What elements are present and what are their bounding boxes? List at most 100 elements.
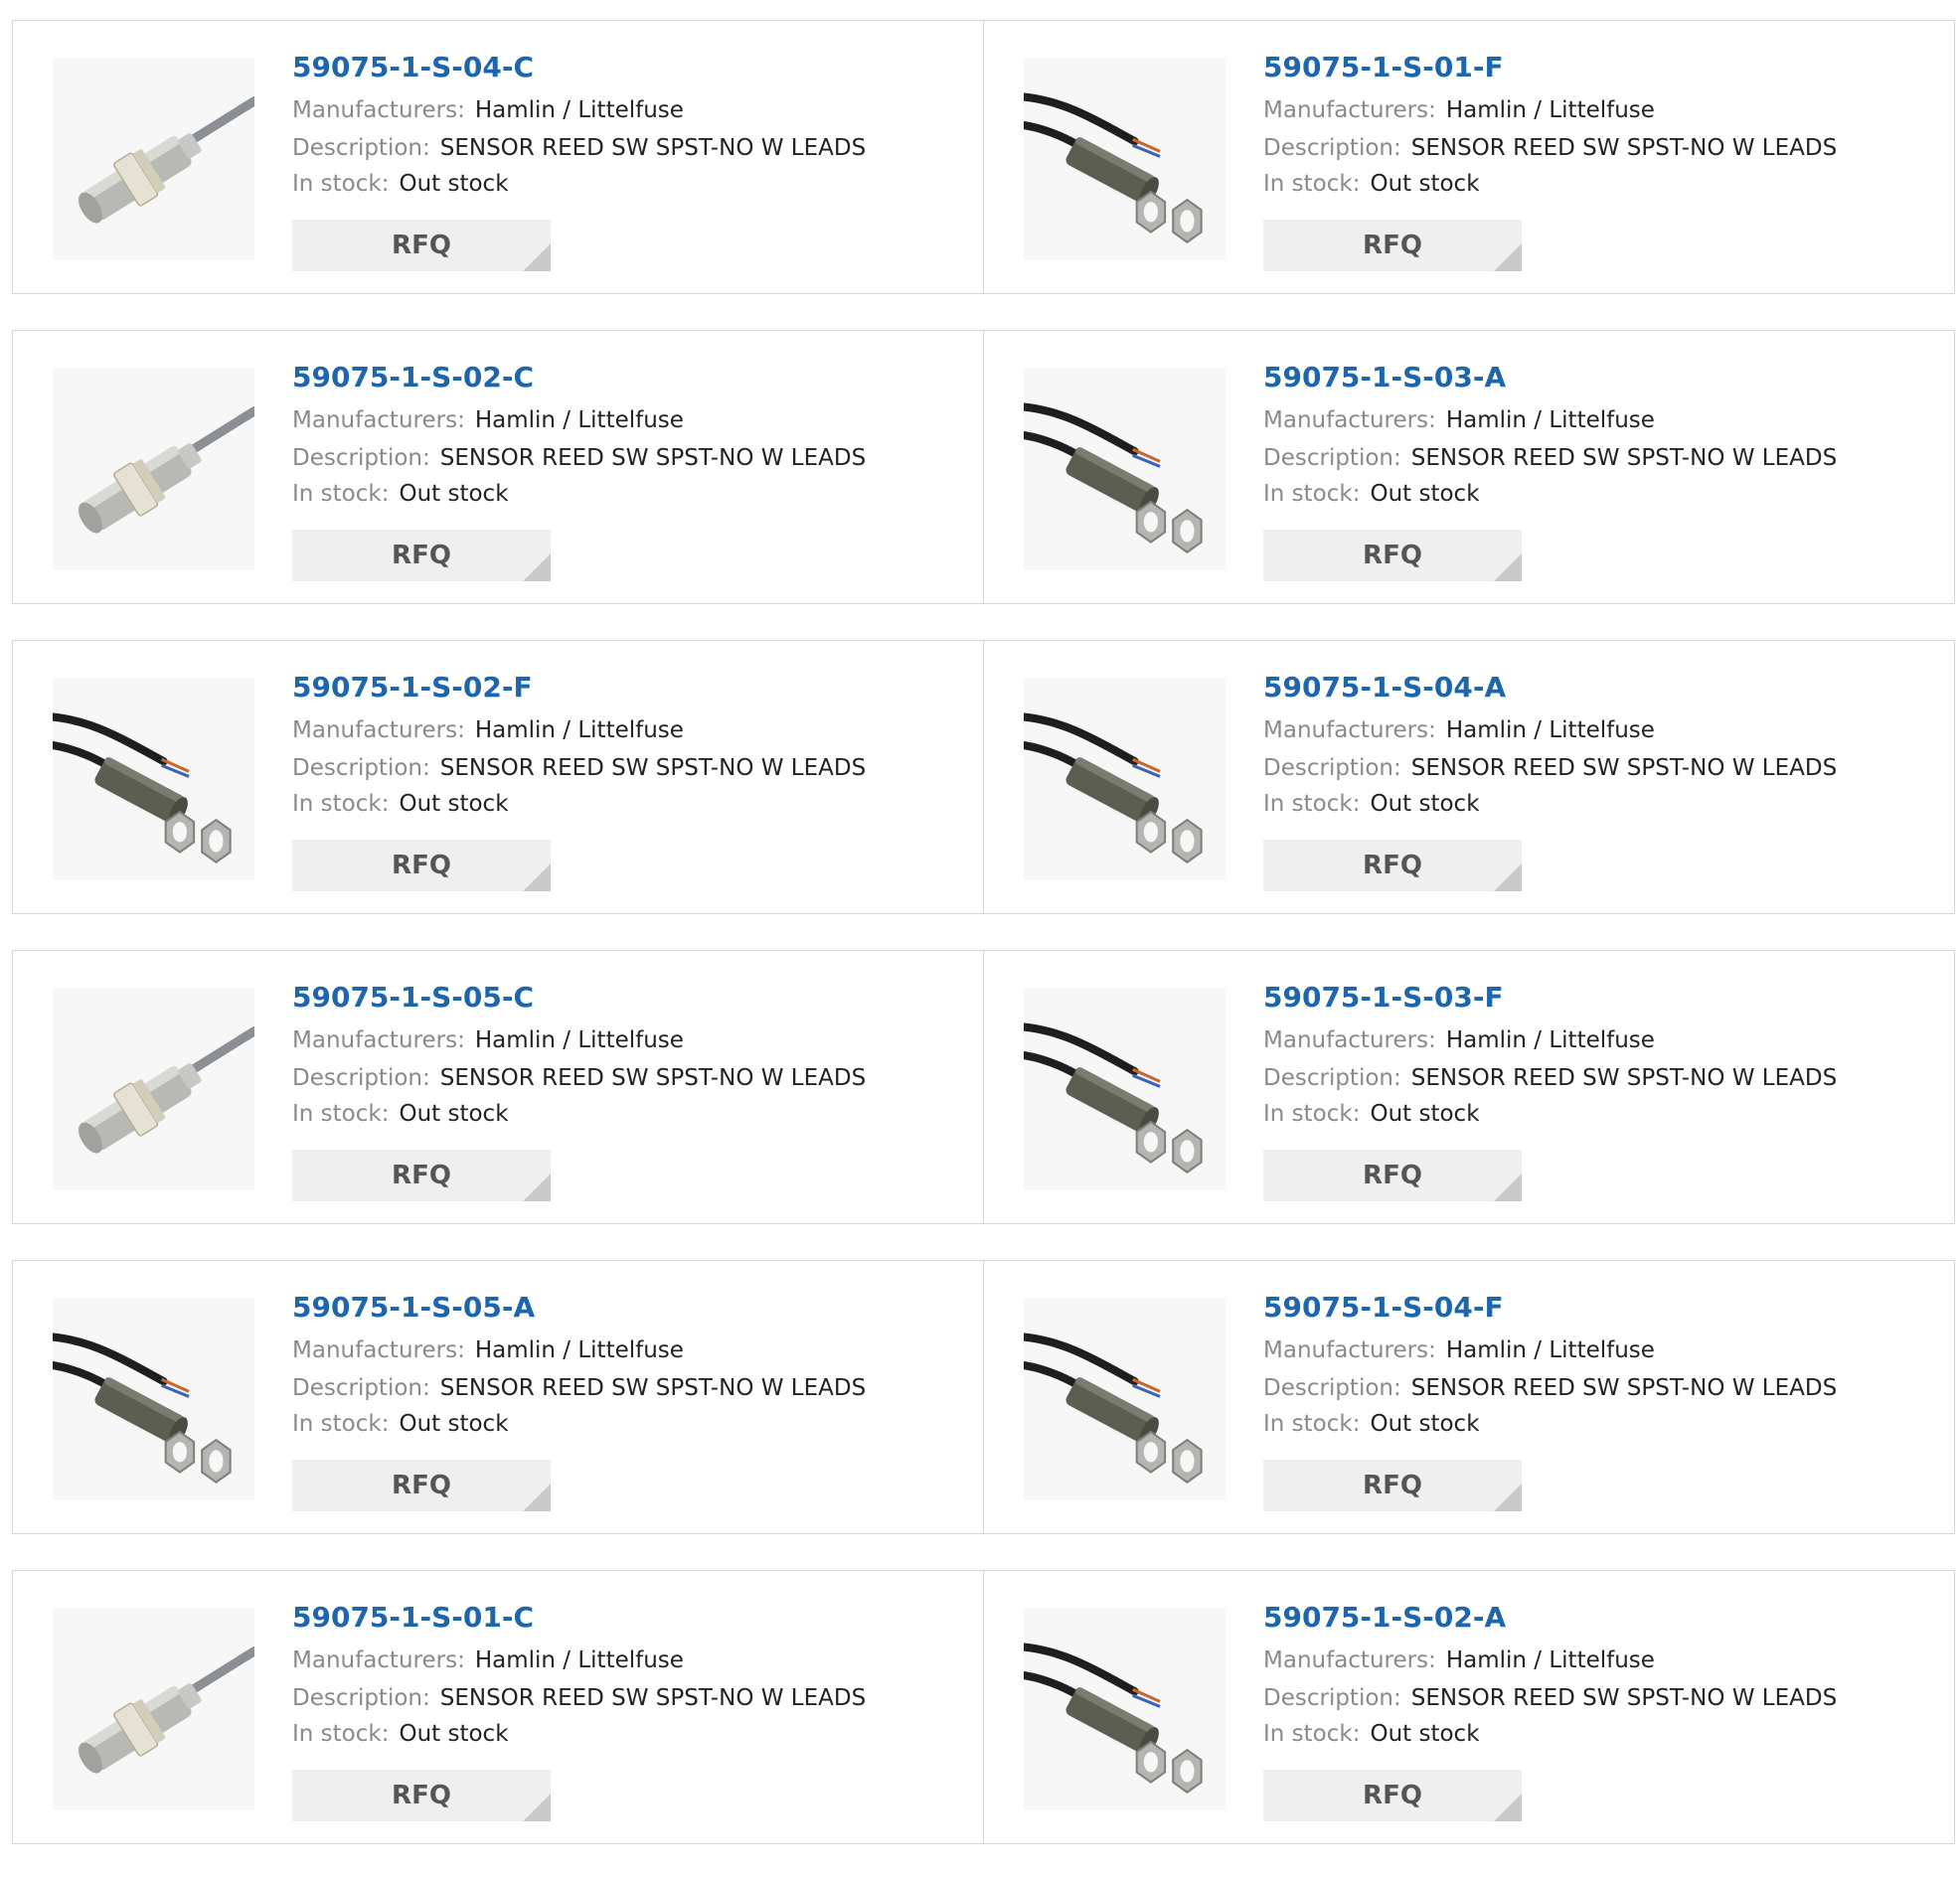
corner-triangle-icon	[1494, 1174, 1522, 1201]
part-number-link[interactable]: 59075-1-S-04-A	[1263, 671, 1934, 705]
stock-label: In stock:	[1263, 1411, 1361, 1437]
rfq-label: RFQ	[392, 851, 451, 880]
rfq-button[interactable]: RFQ	[1263, 1460, 1522, 1511]
description-field: Description: SENSOR REED SW SPST-NO W LEA…	[292, 750, 963, 786]
product-image[interactable]	[1024, 59, 1225, 260]
rfq-button[interactable]: RFQ	[1263, 220, 1522, 271]
manufacturer-value[interactable]: Hamlin / Littelfuse	[1446, 717, 1655, 743]
manufacturer-value[interactable]: Hamlin / Littelfuse	[1446, 407, 1655, 433]
product-image[interactable]	[53, 1609, 254, 1810]
rfq-button[interactable]: RFQ	[292, 530, 551, 581]
rfq-button[interactable]: RFQ	[292, 1460, 551, 1511]
description-label: Description:	[292, 1685, 430, 1711]
rfq-button[interactable]: RFQ	[1263, 1150, 1522, 1201]
manufacturer-value[interactable]: Hamlin / Littelfuse	[1446, 1647, 1655, 1673]
manufacturer-value[interactable]: Hamlin / Littelfuse	[475, 407, 684, 433]
rfq-button[interactable]: RFQ	[1263, 1770, 1522, 1821]
description-value: SENSOR REED SW SPST-NO W LEADS	[1410, 755, 1838, 781]
reed-sensor-threaded-icon	[53, 369, 254, 570]
description-value: SENSOR REED SW SPST-NO W LEADS	[1410, 135, 1838, 161]
description-value: SENSOR REED SW SPST-NO W LEADS	[1410, 1685, 1838, 1711]
part-number-link[interactable]: 59075-1-S-02-A	[1263, 1601, 1934, 1635]
manufacturer-label: Manufacturers:	[1263, 1337, 1436, 1363]
manufacturer-value[interactable]: Hamlin / Littelfuse	[1446, 97, 1655, 123]
part-number-link[interactable]: 59075-1-S-01-C	[292, 1601, 963, 1635]
product-card: 59075-1-S-02-C Manufacturers: Hamlin / Li…	[12, 330, 984, 604]
product-info: 59075-1-S-01-F Manufacturers: Hamlin / Li…	[1263, 51, 1934, 202]
product-fields: Manufacturers: Hamlin / Littelfuse Descri…	[292, 1332, 963, 1442]
part-number-link[interactable]: 59075-1-S-03-A	[1263, 361, 1934, 394]
product-card: 59075-1-S-01-F Manufacturers: Hamlin / Li…	[983, 20, 1955, 294]
product-info: 59075-1-S-04-A Manufacturers: Hamlin / Li…	[1263, 671, 1934, 822]
description-value: SENSOR REED SW SPST-NO W LEADS	[1410, 1065, 1838, 1091]
manufacturer-value[interactable]: Hamlin / Littelfuse	[1446, 1337, 1655, 1363]
stock-field: In stock: Out stock	[292, 1096, 963, 1132]
part-number-link[interactable]: 59075-1-S-02-F	[292, 671, 963, 705]
rfq-button[interactable]: RFQ	[1263, 530, 1522, 581]
corner-triangle-icon	[523, 1794, 551, 1821]
product-image[interactable]	[53, 369, 254, 570]
description-value: SENSOR REED SW SPST-NO W LEADS	[439, 135, 867, 161]
product-card: 59075-1-S-03-A Manufacturers: Hamlin / Li…	[983, 330, 1955, 604]
rfq-button[interactable]: RFQ	[292, 840, 551, 891]
part-number-link[interactable]: 59075-1-S-01-F	[1263, 51, 1934, 84]
rfq-label: RFQ	[392, 231, 451, 260]
reed-sensor-cylinder-icon	[1024, 989, 1225, 1190]
manufacturer-value[interactable]: Hamlin / Littelfuse	[1446, 1027, 1655, 1053]
stock-field: In stock: Out stock	[1263, 1406, 1934, 1442]
part-number-link[interactable]: 59075-1-S-03-F	[1263, 981, 1934, 1015]
product-image[interactable]	[1024, 1299, 1225, 1500]
description-label: Description:	[1263, 1375, 1401, 1401]
stock-value: Out stock	[399, 481, 509, 507]
product-fields: Manufacturers: Hamlin / Littelfuse Descri…	[292, 712, 963, 822]
part-number-link[interactable]: 59075-1-S-02-C	[292, 361, 963, 394]
manufacturer-field: Manufacturers: Hamlin / Littelfuse	[292, 1022, 963, 1058]
part-number-link[interactable]: 59075-1-S-04-C	[292, 51, 963, 84]
manufacturer-label: Manufacturers:	[1263, 407, 1436, 433]
stock-label: In stock:	[1263, 171, 1361, 197]
manufacturer-value[interactable]: Hamlin / Littelfuse	[475, 1027, 684, 1053]
rfq-button[interactable]: RFQ	[292, 220, 551, 271]
product-fields: Manufacturers: Hamlin / Littelfuse Descri…	[292, 402, 963, 512]
product-image[interactable]	[53, 989, 254, 1190]
description-label: Description:	[1263, 1065, 1401, 1091]
product-image[interactable]	[53, 1299, 254, 1500]
description-label: Description:	[1263, 1685, 1401, 1711]
part-number-link[interactable]: 59075-1-S-04-F	[1263, 1291, 1934, 1325]
product-fields: Manufacturers: Hamlin / Littelfuse Descri…	[1263, 402, 1934, 512]
description-value: SENSOR REED SW SPST-NO W LEADS	[439, 1065, 867, 1091]
corner-triangle-icon	[523, 1484, 551, 1511]
product-image[interactable]	[1024, 369, 1225, 570]
manufacturer-field: Manufacturers: Hamlin / Littelfuse	[292, 92, 963, 128]
manufacturer-value[interactable]: Hamlin / Littelfuse	[475, 1337, 684, 1363]
product-image[interactable]	[53, 679, 254, 880]
product-fields: Manufacturers: Hamlin / Littelfuse Descri…	[1263, 1643, 1934, 1752]
product-image[interactable]	[1024, 989, 1225, 1190]
product-row: 59075-1-S-04-C Manufacturers: Hamlin / Li…	[12, 20, 1957, 294]
product-info: 59075-1-S-04-F Manufacturers: Hamlin / Li…	[1263, 1291, 1934, 1442]
stock-label: In stock:	[1263, 1101, 1361, 1127]
manufacturer-label: Manufacturers:	[1263, 1027, 1436, 1053]
rfq-button[interactable]: RFQ	[292, 1150, 551, 1201]
manufacturer-value[interactable]: Hamlin / Littelfuse	[475, 1647, 684, 1673]
product-fields: Manufacturers: Hamlin / Littelfuse Descri…	[292, 92, 963, 202]
description-field: Description: SENSOR REED SW SPST-NO W LEA…	[1263, 130, 1934, 166]
product-image[interactable]	[1024, 679, 1225, 880]
product-image[interactable]	[1024, 1609, 1225, 1810]
part-number-link[interactable]: 59075-1-S-05-C	[292, 981, 963, 1015]
product-image[interactable]	[53, 59, 254, 260]
reed-sensor-cylinder-icon	[1024, 59, 1225, 260]
stock-value: Out stock	[1370, 1411, 1480, 1437]
description-label: Description:	[1263, 755, 1401, 781]
product-fields: Manufacturers: Hamlin / Littelfuse Descri…	[292, 1022, 963, 1132]
rfq-button[interactable]: RFQ	[292, 1770, 551, 1821]
product-card: 59075-1-S-04-A Manufacturers: Hamlin / Li…	[983, 640, 1955, 914]
manufacturer-value[interactable]: Hamlin / Littelfuse	[475, 97, 684, 123]
part-number-link[interactable]: 59075-1-S-05-A	[292, 1291, 963, 1325]
stock-label: In stock:	[292, 1721, 390, 1747]
manufacturer-field: Manufacturers: Hamlin / Littelfuse	[292, 1332, 963, 1368]
corner-triangle-icon	[523, 863, 551, 891]
product-fields: Manufacturers: Hamlin / Littelfuse Descri…	[1263, 92, 1934, 202]
rfq-button[interactable]: RFQ	[1263, 840, 1522, 891]
manufacturer-value[interactable]: Hamlin / Littelfuse	[475, 717, 684, 743]
